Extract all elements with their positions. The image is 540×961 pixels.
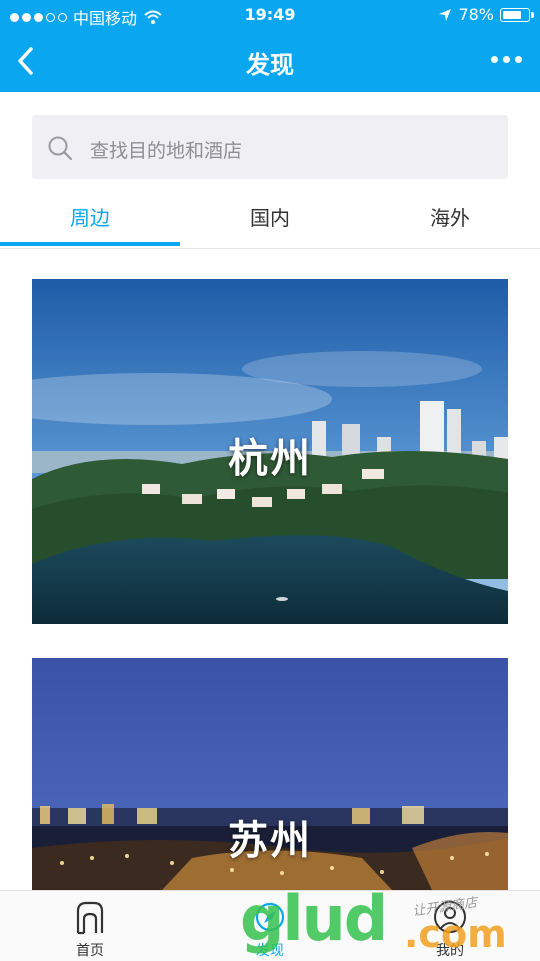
page-title: 发现 (246, 51, 294, 79)
more-options-icon[interactable] (491, 56, 522, 63)
destination-card-suzhou[interactable]: 苏州 (32, 658, 508, 890)
search-input[interactable]: 查找目的地和酒店 (32, 115, 508, 179)
destination-card-hangzhou[interactable]: 杭州 (32, 279, 508, 624)
search-placeholder: 查找目的地和酒店 (90, 140, 243, 162)
tab-bar-home[interactable]: 首页 (0, 891, 180, 961)
destination-label: 杭州 (228, 436, 312, 482)
battery-percent: 78% (458, 5, 494, 24)
home-icon (76, 901, 104, 935)
status-right: 78% (438, 5, 534, 24)
location-arrow-icon (439, 8, 452, 21)
tab-domestic[interactable]: 国内 (180, 202, 360, 231)
status-bar: 中国移动 19:49 78% (0, 0, 540, 30)
destination-label: 苏州 (228, 818, 312, 864)
tab-overseas[interactable]: 海外 (360, 202, 540, 231)
nav-bar: 发现 (0, 30, 540, 92)
tab-nearby[interactable]: 周边 (0, 202, 180, 231)
watermark-main: glud (240, 882, 388, 955)
tab-bar-label: 首页 (76, 943, 104, 959)
region-tabs: 周边 国内 海外 (0, 180, 540, 249)
search-icon (48, 136, 73, 161)
watermark-logo: glud .com 让开源商店 (240, 882, 540, 960)
active-tab-indicator (0, 242, 180, 246)
battery-icon (500, 7, 534, 22)
